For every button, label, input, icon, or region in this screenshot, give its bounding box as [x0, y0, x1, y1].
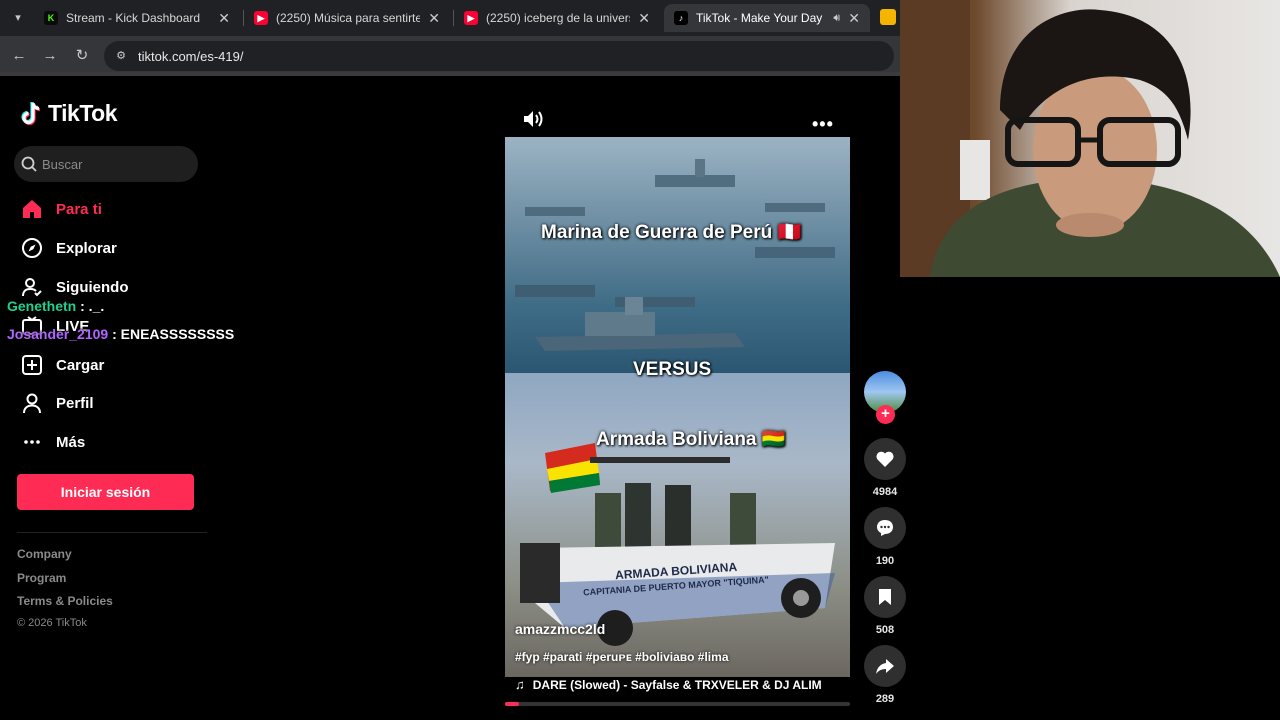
volume-icon[interactable] [522, 108, 544, 130]
video-more-options-icon[interactable]: ••• [812, 114, 834, 135]
kick-icon: K [44, 11, 58, 25]
reload-icon[interactable]: ↻ [72, 46, 92, 66]
like-button[interactable] [864, 438, 906, 480]
sidebar-divider [17, 532, 207, 533]
video-caption-versus: VERSUS [633, 359, 712, 380]
compass-icon [20, 236, 44, 260]
bookmark-icon [879, 589, 891, 605]
site-info-icon[interactable]: ⚙ [114, 49, 128, 63]
login-button[interactable]: Iniciar sesión [17, 474, 194, 510]
music-note-icon: ♫ [515, 677, 525, 692]
search-box[interactable] [14, 146, 198, 182]
nav-label: Perfil [56, 394, 94, 412]
youtube-icon: ▶ [254, 11, 268, 25]
follow-plus-icon[interactable]: + [876, 405, 895, 424]
comment-button[interactable] [864, 507, 906, 549]
nav-cargar[interactable]: Cargar [20, 352, 104, 378]
video-player[interactable]: Marina de Guerra de Perú 🇵🇪 VERSUS Armad… [505, 137, 850, 677]
tab-audio-icon[interactable]: 🔊︎ [833, 12, 840, 25]
video-hashtags[interactable]: #fyp #parati #peruᴘᴇ #boliviaʙᴏ #lima [515, 650, 729, 664]
share-icon [876, 659, 894, 674]
youtube-icon: ▶ [464, 11, 478, 25]
video-progress-fill [505, 702, 519, 706]
nav-perfil[interactable]: Perfil [20, 390, 94, 416]
search-input[interactable] [42, 156, 182, 172]
streamer-webcam-image [900, 0, 1280, 277]
nav-siguiendo[interactable]: Siguiendo [20, 274, 129, 300]
tab-youtube-iceberg[interactable]: ▶ (2250) iceberg de la universida ✕ [454, 4, 660, 32]
tab-youtube-musica[interactable]: ▶ (2250) Música para sentirte atr ✕ [244, 4, 450, 32]
video-author[interactable]: amazzmcc2ld [515, 621, 605, 637]
back-icon[interactable]: ← [9, 46, 29, 66]
tiktok-icon: ♪ [674, 11, 688, 25]
tab-title: (2250) iceberg de la universida [486, 11, 630, 25]
tab-title: Stream - Kick Dashboard [66, 11, 201, 25]
copyright: © 2026 TikTok [17, 617, 87, 629]
tab-title: (2250) Música para sentirte atr [276, 11, 421, 25]
close-tab-icon[interactable]: ✕ [428, 10, 440, 27]
nav-label: Cargar [56, 356, 105, 374]
logo-text: TikTok [48, 100, 118, 126]
chat-text: : ENEASSSSSSSS [112, 326, 235, 342]
nav-explorar[interactable]: Explorar [20, 235, 117, 261]
comment-icon [877, 520, 893, 536]
address-bar[interactable]: ⚙ tiktok.com/es-419/ [104, 41, 894, 71]
footer-link-terms[interactable]: Terms & Policies [17, 594, 113, 608]
more-icon [20, 430, 44, 454]
chat-message: Josander_2109 : ENEASSSSSSSS [7, 326, 234, 342]
url-text: tiktok.com/es-419/ [138, 48, 244, 64]
nav-label: Más [56, 433, 86, 451]
close-tab-icon[interactable]: ✕ [218, 10, 230, 27]
tab-kick-dashboard[interactable]: K Stream - Kick Dashboard ✕ [34, 4, 240, 32]
music-info[interactable]: ♫ DARE (Slowed) - Sayfalse & TRXVELER & … [515, 677, 822, 692]
tab-search-chevron-icon[interactable]: ▾ [8, 8, 28, 28]
nav-label: Explorar [56, 239, 117, 257]
following-icon [20, 275, 44, 299]
home-icon [20, 197, 44, 221]
chat-text: : ._. [80, 298, 105, 314]
close-tab-icon[interactable]: ✕ [638, 10, 650, 27]
tab-title: TikTok - Make Your Day [696, 11, 823, 25]
tiktok-logo[interactable]: TikTok [20, 100, 118, 127]
webcam-overlay [900, 0, 1280, 277]
extension-tab-icon[interactable] [880, 9, 896, 25]
search-icon [21, 156, 37, 172]
tiktok-note-icon [21, 101, 41, 125]
toolbar-divider [0, 72, 900, 76]
music-title: DARE (Slowed) - Sayfalse & TRXVELER & DJ… [532, 677, 822, 692]
footer-link-program[interactable]: Program [17, 571, 66, 585]
save-button[interactable] [864, 576, 906, 618]
like-count: 4984 [872, 486, 898, 498]
heart-icon [876, 451, 894, 467]
tab-tiktok[interactable]: ♪ TikTok - Make Your Day 🔊︎ ✕ [664, 4, 870, 32]
screen: ▾ K Stream - Kick Dashboard ✕ ▶ (2250) M… [0, 0, 1280, 720]
close-tab-icon[interactable]: ✕ [848, 10, 860, 27]
nav-para-ti[interactable]: Para ti [20, 196, 102, 222]
video-caption-top: Marina de Guerra de Perú 🇵🇪 [541, 222, 802, 243]
profile-icon [20, 391, 44, 415]
footer-link-company[interactable]: Company [17, 547, 72, 561]
save-count: 508 [875, 624, 895, 636]
nav-label: Para ti [56, 200, 102, 218]
browser-toolbar: ← → ↻ ⚙ tiktok.com/es-419/ [0, 36, 900, 76]
nav-mas[interactable]: Más [20, 429, 85, 455]
nav-label: Siguiendo [56, 278, 129, 296]
video-progress-bar[interactable] [505, 702, 850, 706]
video-caption-bottom: Armada Boliviana 🇧🇴 [596, 429, 786, 450]
browser-tab-bar: ▾ K Stream - Kick Dashboard ✕ ▶ (2250) M… [0, 0, 900, 36]
chat-message: Genethetn : ._. [7, 298, 104, 314]
comment-count: 190 [875, 555, 895, 567]
share-count: 289 [875, 693, 895, 705]
forward-icon[interactable]: → [40, 46, 60, 66]
chat-username: Genethetn [7, 298, 77, 314]
share-button[interactable] [864, 645, 906, 687]
video-frame-top [505, 137, 850, 377]
chat-username: Josander_2109 [7, 326, 109, 342]
warships-image [515, 159, 835, 351]
upload-icon [20, 353, 44, 377]
